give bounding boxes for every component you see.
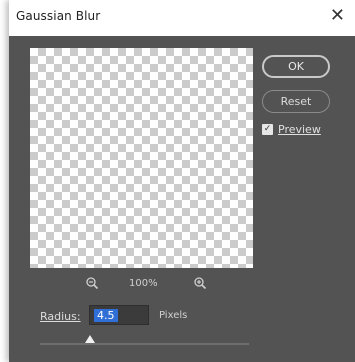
radius-units: Pixels — [159, 310, 188, 321]
radius-slider-thumb[interactable] — [85, 335, 96, 343]
checkmark-icon: ✓ — [263, 124, 272, 134]
radius-value: 4.5 — [94, 309, 118, 322]
gaussian-blur-dialog: Gaussian Blur ✕ OK Reset ✓ Preview 100% — [9, 0, 355, 362]
zoom-controls: 100% — [30, 276, 253, 292]
ok-button[interactable]: OK — [262, 55, 330, 78]
preview-checkbox-row[interactable]: ✓ Preview — [262, 123, 321, 136]
preview-label: Preview — [278, 123, 321, 136]
reset-button[interactable]: Reset — [262, 90, 330, 113]
title-bar: Gaussian Blur ✕ — [9, 0, 355, 36]
preview-checkbox[interactable]: ✓ — [262, 124, 273, 135]
radius-slider-track[interactable] — [40, 335, 249, 345]
close-icon[interactable]: ✕ — [330, 6, 345, 26]
radius-input[interactable]: 4.5 — [89, 305, 149, 325]
radius-label: Radius: — [40, 310, 81, 323]
zoom-out-icon[interactable] — [85, 276, 99, 293]
zoom-in-icon[interactable] — [193, 276, 207, 293]
zoom-level: 100% — [129, 278, 158, 289]
preview-canvas[interactable] — [30, 48, 253, 268]
dialog-title: Gaussian Blur — [16, 9, 101, 23]
